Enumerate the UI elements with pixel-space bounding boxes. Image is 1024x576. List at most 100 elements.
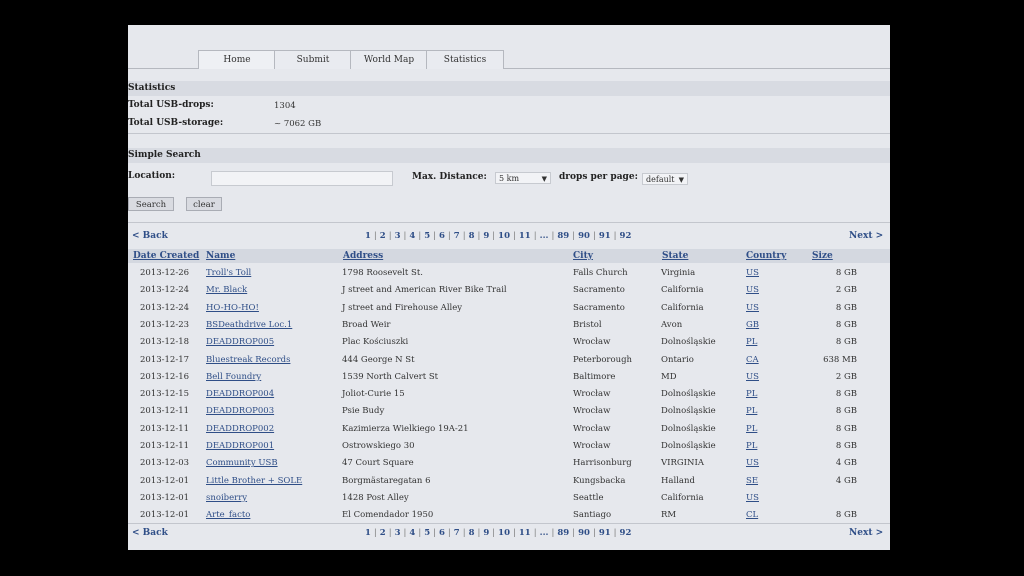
cell-name[interactable]: DEADDROP005: [206, 334, 274, 351]
cell-country[interactable]: PL: [746, 421, 757, 438]
cell-name[interactable]: Bell Foundry: [206, 369, 261, 386]
search-button[interactable]: Search: [128, 197, 174, 211]
cell-country[interactable]: US: [746, 265, 759, 282]
cell-name[interactable]: snoiberry: [206, 490, 247, 507]
max-distance-select[interactable]: 5 km ▼: [495, 172, 551, 184]
drops-per-page-select[interactable]: default ▼: [642, 173, 688, 185]
cell-address: J street and Firehouse Alley: [342, 302, 463, 313]
cell-date: 2013-12-24: [140, 302, 190, 313]
page-link-91[interactable]: 91: [599, 528, 611, 538]
page-link-3[interactable]: 3: [395, 231, 401, 241]
cell-country[interactable]: CL: [746, 507, 758, 524]
tab-home[interactable]: Home: [198, 50, 276, 69]
next-link[interactable]: Next >: [849, 528, 883, 538]
browser-viewport: Home Submit World Map Statistics Statist…: [128, 25, 890, 550]
divider: [128, 222, 890, 223]
clear-button[interactable]: clear: [186, 197, 222, 211]
tab-statistics[interactable]: Statistics: [426, 50, 504, 69]
cell-city: Santiago: [573, 510, 612, 521]
page-link-10[interactable]: 10: [498, 231, 510, 241]
col-state[interactable]: State: [657, 249, 741, 263]
cell-country[interactable]: US: [746, 282, 759, 299]
cell-country[interactable]: US: [746, 490, 759, 507]
cell-address: Broad Weir: [342, 319, 391, 330]
col-name[interactable]: Name: [201, 249, 338, 263]
page-link-91[interactable]: 91: [599, 231, 611, 241]
page-link-11[interactable]: 11: [519, 528, 531, 538]
cell-name[interactable]: DEADDROP003: [206, 403, 274, 420]
cell-name[interactable]: Arte_facto: [206, 507, 250, 524]
cell-state: Avon: [661, 319, 683, 330]
cell-size: 8 GB: [835, 406, 857, 417]
page-link-92[interactable]: 92: [620, 231, 632, 241]
cell-name[interactable]: Mr. Black: [206, 282, 247, 299]
cell-country[interactable]: GB: [746, 317, 759, 334]
cell-name[interactable]: BSDeathdrive Loc.1: [206, 317, 292, 334]
next-link[interactable]: Next >: [849, 231, 883, 241]
page-link-2[interactable]: 2: [380, 231, 386, 241]
cell-country[interactable]: CA: [746, 352, 759, 369]
col-address[interactable]: Address: [338, 249, 568, 263]
cell-name[interactable]: DEADDROP002: [206, 421, 274, 438]
cell-date: 2013-12-17: [140, 354, 190, 365]
cell-name[interactable]: DEADDROP001: [206, 438, 274, 455]
divider: [128, 133, 890, 134]
chevron-down-icon: ▼: [541, 175, 547, 183]
cell-date: 2013-12-11: [140, 406, 190, 417]
pager-separator: |: [492, 231, 496, 241]
page-link-8[interactable]: 8: [469, 231, 475, 241]
cell-country[interactable]: PL: [746, 386, 757, 403]
page-link-89[interactable]: 89: [557, 231, 569, 241]
page-link-7[interactable]: 7: [454, 528, 460, 538]
cell-name[interactable]: Bluestreak Records: [206, 352, 290, 369]
page-link-90[interactable]: 90: [578, 528, 590, 538]
tab-world-map[interactable]: World Map: [350, 50, 428, 69]
page-link-10[interactable]: 10: [498, 528, 510, 538]
page-link-92[interactable]: 92: [620, 528, 632, 538]
cell-address: Ostrowskiego 30: [342, 441, 415, 451]
col-size[interactable]: Size: [807, 249, 890, 263]
cell-date: 2013-12-11: [140, 423, 190, 434]
table-header: Date Created Name Address City State Cou…: [128, 249, 890, 263]
cell-state: RM: [661, 510, 677, 521]
cell-address: Borgmästaregatan 6: [342, 475, 431, 486]
table-row: 2013-12-23 BSDeathdrive Loc.1 Broad Weir Br…: [128, 317, 890, 334]
cell-country[interactable]: PL: [746, 403, 757, 420]
cell-name[interactable]: HO-HO-HO!: [206, 300, 259, 317]
pager-separator: |: [373, 231, 377, 241]
cell-address: Psie Budy: [342, 406, 385, 417]
cell-name[interactable]: Troll's Toll: [206, 265, 251, 282]
back-link[interactable]: < Back: [132, 231, 168, 241]
cell-date: 2013-12-23: [140, 319, 190, 330]
statistics-heading: Statistics: [128, 81, 890, 96]
cell-name[interactable]: DEADDROP004: [206, 386, 274, 403]
cell-city: Wrocław: [573, 389, 611, 400]
page-link-3[interactable]: 3: [395, 528, 401, 538]
page-link-7[interactable]: 7: [454, 231, 460, 241]
page-link-2[interactable]: 2: [380, 528, 386, 538]
col-date-created[interactable]: Date Created: [128, 249, 201, 263]
page-link-8[interactable]: 8: [469, 528, 475, 538]
page-link-89[interactable]: 89: [557, 528, 569, 538]
cell-country[interactable]: PL: [746, 334, 757, 351]
simple-search-heading: Simple Search: [128, 148, 890, 163]
cell-name[interactable]: Little Brother + SOLE: [206, 473, 302, 490]
col-country[interactable]: Country: [741, 249, 807, 263]
table-row: 2013-12-03 Community USB 47 Court Square Ha…: [128, 455, 890, 472]
cell-name[interactable]: Community USB: [206, 455, 278, 472]
cell-country[interactable]: PL: [746, 438, 757, 455]
page-link-11[interactable]: 11: [519, 231, 531, 241]
cell-country[interactable]: US: [746, 369, 759, 386]
back-link[interactable]: < Back: [132, 528, 168, 538]
cell-size: 638 MB: [823, 354, 857, 365]
tab-submit[interactable]: Submit: [274, 50, 352, 69]
table-row: 2013-12-16 Bell Foundry 1539 North Calvert…: [128, 369, 890, 386]
col-city[interactable]: City: [568, 249, 657, 263]
cell-country[interactable]: US: [746, 300, 759, 317]
page-link-90[interactable]: 90: [578, 231, 590, 241]
table-row: 2013-12-11 DEADDROP001 Ostrowskiego 30 Wroc…: [128, 438, 890, 455]
cell-country[interactable]: SE: [746, 473, 758, 490]
cell-address: 1428 Post Alley: [342, 492, 409, 503]
location-input[interactable]: [211, 171, 393, 186]
cell-country[interactable]: US: [746, 455, 759, 472]
